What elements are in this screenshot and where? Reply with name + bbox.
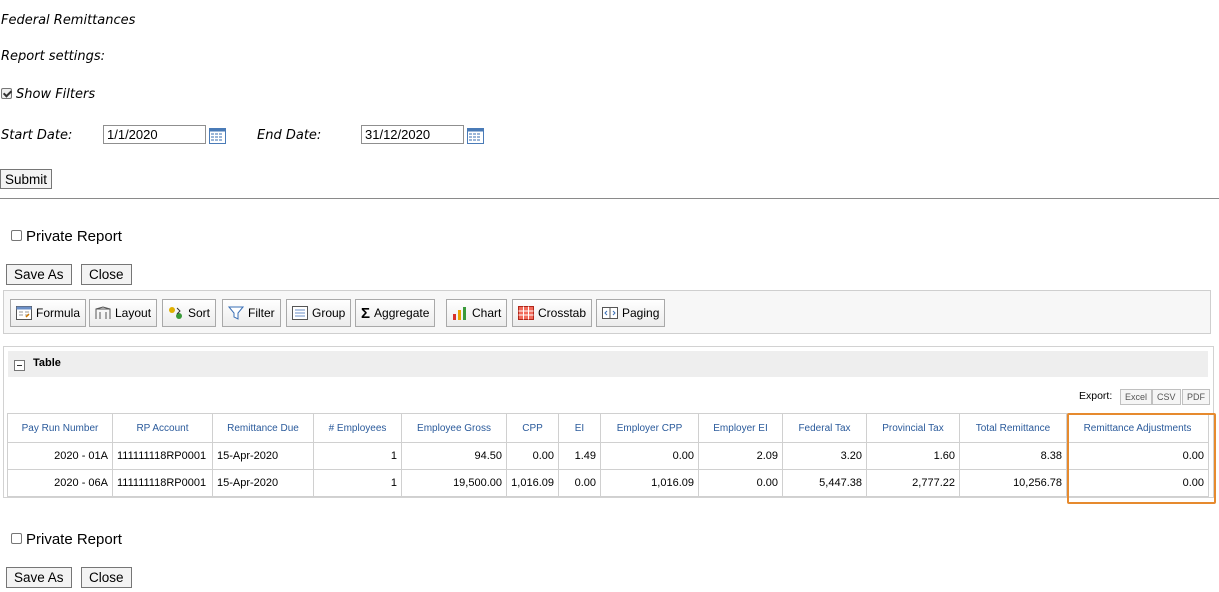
sort-icon [169, 307, 182, 319]
highlight-box [1067, 413, 1216, 504]
col-remittance-due[interactable]: Remittance Due [212, 413, 314, 443]
export-excel-button[interactable]: Excel [1120, 389, 1153, 405]
col-employees[interactable]: # Employees [313, 413, 402, 443]
sigma-icon: Σ [361, 304, 371, 322]
table-cell: 10,256.78 [959, 469, 1067, 497]
col-federal-tax[interactable]: Federal Tax [782, 413, 867, 443]
report-toolbar: Formula Layout Sort Filter Group Σ Aggre… [3, 290, 1211, 334]
table-cell: 15-Apr-2020 [212, 469, 314, 497]
table-cell: 1,016.09 [600, 469, 699, 497]
col-rp-account[interactable]: RP Account [112, 413, 213, 443]
crosstab-label: Crosstab [538, 306, 587, 320]
table-panel-header: Table [8, 351, 1208, 377]
save-as-button-top[interactable]: Save As [6, 264, 72, 285]
section-divider [0, 198, 1219, 199]
col-provincial-tax[interactable]: Provincial Tax [866, 413, 960, 443]
table-row: 2020 - 06A 111111118RP0001 15-Apr-2020 1… [7, 469, 1209, 497]
group-icon [292, 306, 308, 320]
report-title: Federal Remittances [1, 13, 136, 28]
formula-icon [16, 306, 32, 320]
collapse-icon[interactable] [14, 360, 25, 371]
show-filters-label: Show Filters [16, 87, 96, 102]
filter-button[interactable]: Filter [222, 299, 281, 327]
paging-label: Paging [622, 306, 660, 320]
col-cpp[interactable]: CPP [506, 413, 559, 443]
aggregate-label: Aggregate [374, 306, 430, 320]
filter-icon [228, 306, 244, 320]
start-date-label: Start Date: [1, 128, 73, 143]
table-panel-title: Table [33, 357, 61, 369]
paging-icon [602, 307, 618, 319]
table-cell: 1.49 [558, 442, 601, 470]
table-cell: 2,777.22 [866, 469, 960, 497]
close-button-top[interactable]: Close [81, 264, 132, 285]
table-cell: 111111118RP0001 [112, 442, 213, 470]
paging-button[interactable]: Paging [596, 299, 666, 327]
table-cell: 1 [313, 442, 402, 470]
end-date-input[interactable] [361, 125, 464, 144]
chart-label: Chart [472, 306, 502, 320]
start-date-input[interactable] [103, 125, 206, 144]
table-cell: 19,500.00 [401, 469, 507, 497]
show-filters-checkbox[interactable] [1, 88, 12, 99]
crosstab-icon [518, 306, 534, 320]
table-cell: 2020 - 06A [7, 469, 113, 497]
end-date-calendar-icon[interactable] [467, 128, 484, 144]
report-settings-label: Report settings: [1, 49, 106, 64]
export-csv-button[interactable]: CSV [1152, 389, 1181, 405]
table-cell: 111111118RP0001 [112, 469, 213, 497]
table-cell: 0.00 [506, 442, 559, 470]
start-date-calendar-icon[interactable] [209, 128, 226, 144]
export-pdf-button[interactable]: PDF [1182, 389, 1210, 405]
chart-button[interactable]: Chart [446, 299, 508, 327]
table-cell: 15-Apr-2020 [212, 442, 314, 470]
table-cell: 5,447.38 [782, 469, 867, 497]
private-report-label-bottom: Private Report [26, 531, 122, 548]
private-report-label-top: Private Report [26, 228, 122, 245]
sort-label: Sort [188, 306, 211, 320]
layout-label: Layout [115, 306, 152, 320]
col-ei[interactable]: EI [558, 413, 601, 443]
table-cell: 3.20 [782, 442, 867, 470]
table-row: 2020 - 01A 111111118RP0001 15-Apr-2020 1… [7, 442, 1209, 470]
table-cell: 1.60 [866, 442, 960, 470]
sort-button[interactable]: Sort [162, 299, 217, 327]
crosstab-button[interactable]: Crosstab [512, 299, 593, 327]
table-cell: 1 [313, 469, 402, 497]
table-header-row: Pay Run Number RP Account Remittance Due… [7, 413, 1209, 443]
filter-label: Filter [248, 306, 275, 320]
group-button[interactable]: Group [286, 299, 352, 327]
formula-button[interactable]: Formula [10, 299, 87, 327]
col-employer-ei[interactable]: Employer EI [698, 413, 783, 443]
group-label: Group [312, 306, 346, 320]
table-cell: 0.00 [600, 442, 699, 470]
table-cell: 2020 - 01A [7, 442, 113, 470]
col-employer-cpp[interactable]: Employer CPP [600, 413, 699, 443]
save-as-button-bottom[interactable]: Save As [6, 567, 72, 588]
close-button-bottom[interactable]: Close [81, 567, 132, 588]
end-date-label: End Date: [257, 128, 322, 143]
table-cell: 2.09 [698, 442, 783, 470]
col-employee-gross[interactable]: Employee Gross [401, 413, 507, 443]
private-report-checkbox-bottom[interactable] [11, 533, 22, 544]
table-cell: 0.00 [698, 469, 783, 497]
col-total-remittance[interactable]: Total Remittance [959, 413, 1067, 443]
table-cell: 94.50 [401, 442, 507, 470]
col-pay-run-number[interactable]: Pay Run Number [7, 413, 113, 443]
private-report-checkbox-top[interactable] [11, 230, 22, 241]
remittance-table: Pay Run Number RP Account Remittance Due… [7, 413, 1209, 497]
table-cell: 0.00 [558, 469, 601, 497]
formula-label: Formula [36, 306, 81, 320]
layout-icon [95, 306, 111, 319]
aggregate-button[interactable]: Σ Aggregate [355, 299, 436, 327]
export-label: Export: [1079, 390, 1113, 402]
layout-button[interactable]: Layout [89, 299, 158, 327]
table-cell: 1,016.09 [506, 469, 559, 497]
submit-button[interactable]: Submit [0, 169, 53, 189]
chart-icon [453, 307, 466, 320]
table-panel: Table Export: Excel CSV PDF Pay Run Numb… [3, 346, 1214, 498]
table-cell: 8.38 [959, 442, 1067, 470]
